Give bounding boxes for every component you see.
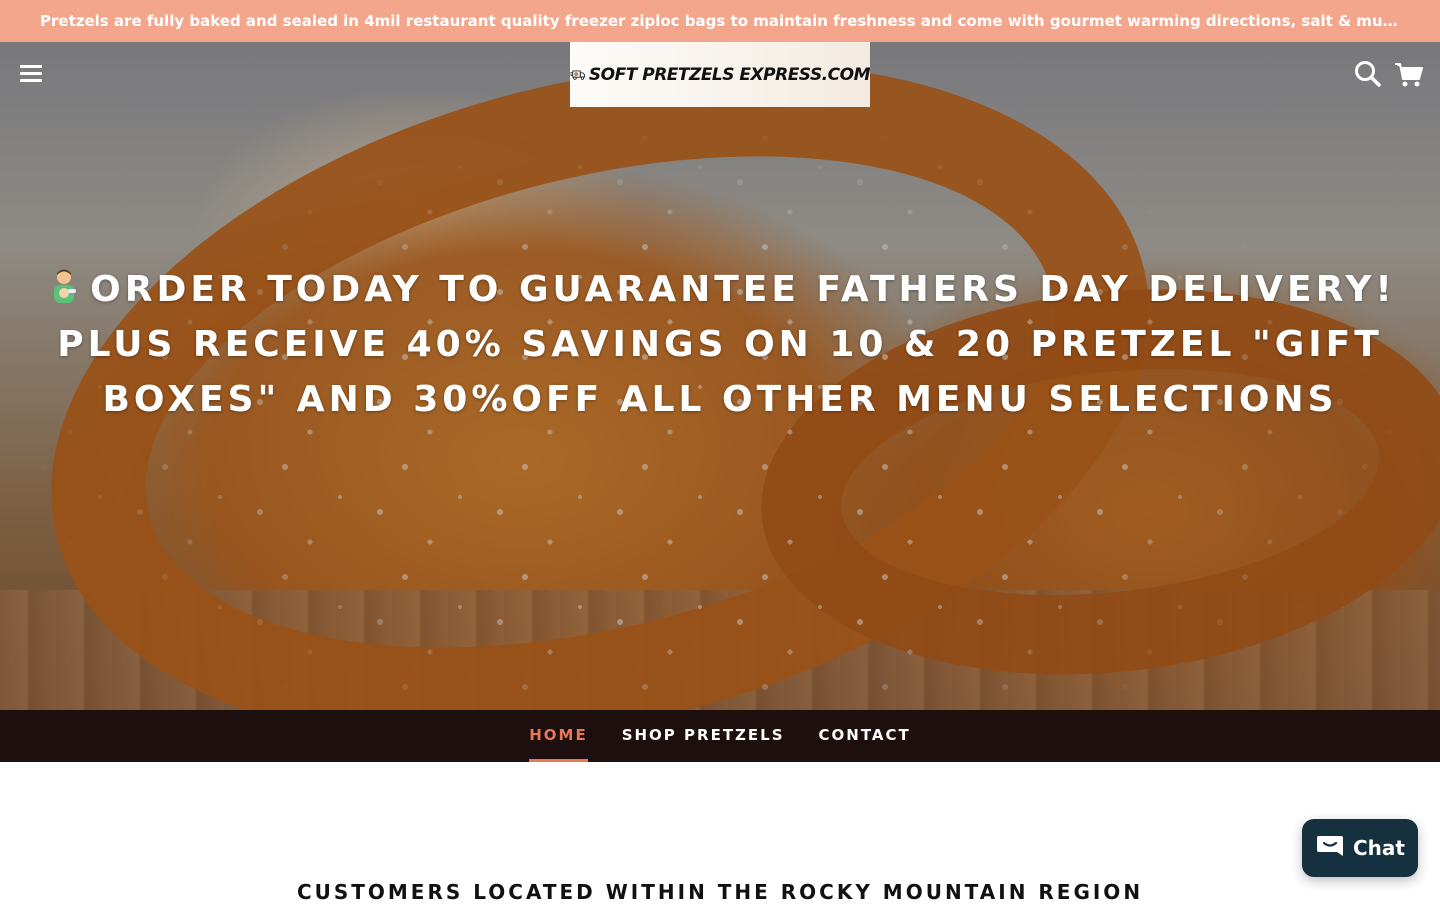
nav-item-home[interactable]: HOME: [529, 710, 589, 762]
chat-button[interactable]: Chat: [1302, 819, 1418, 877]
announcement-text: Pretzels are fully baked and sealed in 4…: [40, 12, 1440, 30]
chat-label: Chat: [1353, 836, 1405, 860]
section-heading: CUSTOMERS LOCATED WITHIN THE ROCKY MOUNT…: [296, 880, 1144, 904]
man-feeding-baby-icon: [44, 267, 84, 307]
nav-item-shop-pretzels[interactable]: SHOP PRETZELS: [622, 710, 785, 762]
hero-heading: ORDER TODAY TO GUARANTEE FATHERS DAY DEL…: [0, 262, 1440, 427]
announcement-bar: Pretzels are fully baked and sealed in 4…: [0, 0, 1440, 42]
hero-heading-text: ORDER TODAY TO GUARANTEE FATHERS DAY DEL…: [57, 269, 1396, 420]
cart-icon[interactable]: [1393, 58, 1425, 90]
delivery-truck-icon: [570, 70, 585, 80]
logo-text: SOFT PRETZELS EXPRESS.COM: [588, 64, 871, 85]
main-navigation: HOME SHOP PRETZELS CONTACT: [0, 710, 1440, 762]
search-icon[interactable]: [1352, 58, 1384, 90]
chat-bubble-icon: [1317, 836, 1343, 856]
hamburger-menu-icon[interactable]: [18, 58, 48, 88]
site-logo[interactable]: SOFT PRETZELS EXPRESS.COM: [570, 42, 871, 107]
nav-item-contact[interactable]: CONTACT: [819, 710, 911, 762]
